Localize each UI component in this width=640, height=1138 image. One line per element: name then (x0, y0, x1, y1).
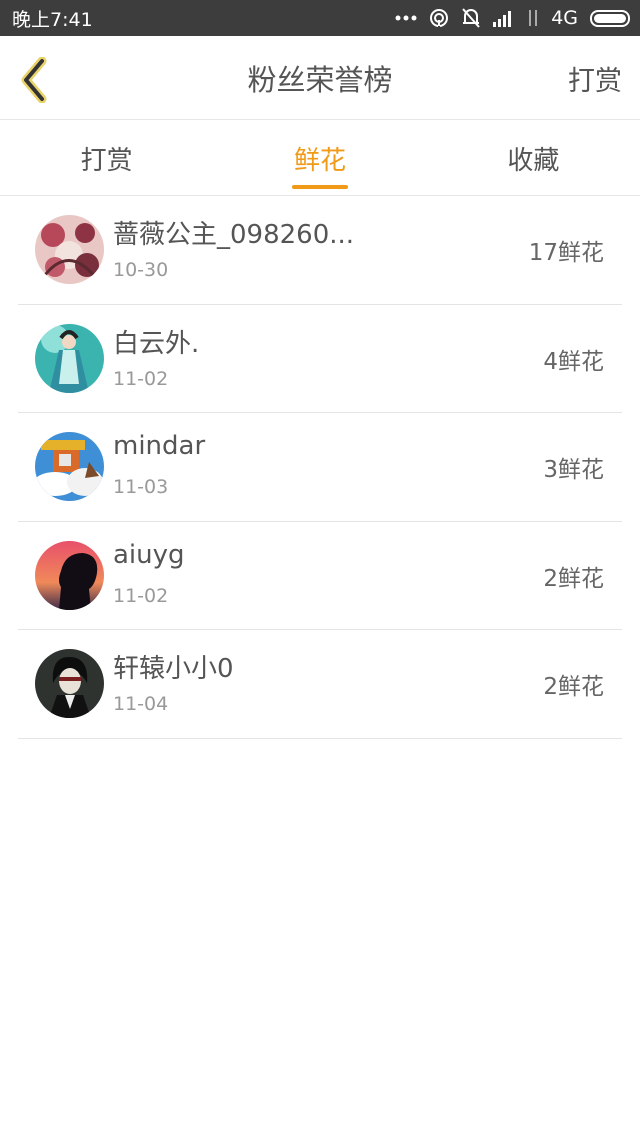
mute-bell-icon (462, 8, 480, 28)
signal-icon (493, 11, 512, 27)
fan-name: mindar (113, 431, 206, 461)
battery-icon (590, 9, 630, 27)
status-time: 晚上7:41 (12, 8, 93, 31)
dark-anime-avatar[interactable] (35, 649, 104, 718)
hotspot-icon (430, 9, 449, 27)
flower-count: 2鲜花 (543, 565, 604, 592)
fan-name: 轩辕小小0 (113, 654, 234, 684)
tab-flowers[interactable]: 鲜花 (213, 121, 426, 195)
list-item[interactable]: 白云外. 11-02 4鲜花 (18, 305, 622, 413)
fan-date: 10-30 (113, 259, 169, 281)
tab-reward[interactable]: 打赏 (0, 121, 213, 195)
page-title: 粉丝荣誉榜 (247, 63, 393, 97)
fan-date: 11-02 (113, 367, 169, 390)
list-item[interactable]: mindar 11-03 3鲜花 (18, 413, 622, 522)
reward-button[interactable]: 打赏 (568, 36, 622, 120)
dots-icon (395, 15, 417, 21)
sunset-silhouette-avatar[interactable] (35, 540, 104, 610)
tab-bar: 打赏 鲜花 收藏 (0, 121, 640, 196)
teal-figure-avatar[interactable] (35, 323, 104, 393)
tab-label: 打赏 (80, 145, 133, 176)
fan-date: 11-02 (113, 584, 169, 607)
fan-date: 11-03 (113, 476, 169, 498)
list-item[interactable]: aiuyg 11-02 2鲜花 (18, 522, 622, 630)
fan-list: 蔷薇公主_098260... 10-30 17鲜花 白云外. 11-02 4鲜花 (18, 196, 622, 739)
fan-name: aiuyg (113, 539, 185, 570)
pink-floral-avatar[interactable] (35, 215, 104, 284)
active-tab-indicator (291, 185, 348, 189)
fan-name: 蔷薇公主_098260... (113, 220, 355, 250)
flower-count: 17鲜花 (528, 240, 604, 266)
flower-count: 3鲜花 (543, 457, 604, 483)
status-bar: 晚上7:41 4G (0, 0, 640, 36)
header: 粉丝荣誉榜 打赏 (0, 36, 640, 120)
cartoon-sky-avatar[interactable] (35, 432, 104, 501)
network-type: 4G (551, 7, 578, 29)
fan-name: 白云外. (113, 328, 200, 359)
tab-favorites[interactable]: 收藏 (427, 121, 640, 195)
list-item[interactable]: 蔷薇公主_098260... 10-30 17鲜花 (18, 196, 622, 305)
fan-date: 11-04 (113, 693, 169, 715)
tab-label: 鲜花 (293, 145, 346, 176)
flower-count: 4鲜花 (543, 348, 604, 375)
data-arrows-icon (529, 10, 538, 26)
list-item[interactable]: 轩辕小小0 11-04 2鲜花 (18, 630, 622, 739)
flower-count: 2鲜花 (543, 674, 604, 700)
status-icons: 4G (395, 7, 630, 29)
tab-label: 收藏 (507, 145, 560, 176)
